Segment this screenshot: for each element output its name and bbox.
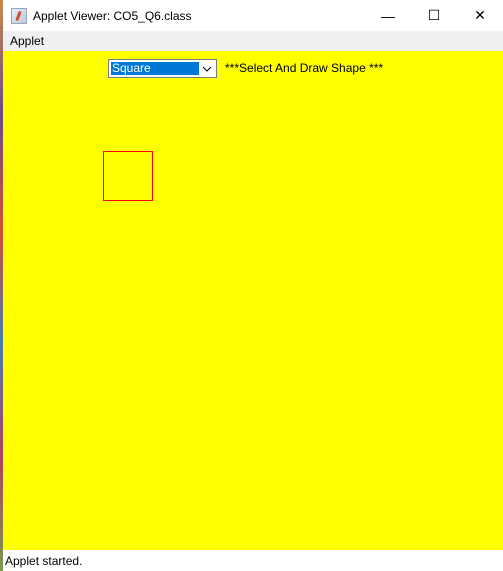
maximize-button[interactable]: ☐ (411, 0, 457, 31)
chevron-down-icon[interactable] (198, 60, 216, 77)
close-button[interactable]: ✕ (457, 0, 503, 31)
menu-item-applet[interactable]: Applet (3, 34, 51, 48)
window-title: Applet Viewer: CO5_Q6.class (33, 8, 192, 23)
title-bar[interactable]: Applet Viewer: CO5_Q6.class — ☐ ✕ (3, 0, 503, 31)
maximize-icon: ☐ (427, 7, 441, 23)
applet-viewer-window: Applet Viewer: CO5_Q6.class — ☐ ✕ Applet… (0, 0, 503, 571)
java-applet-icon (11, 7, 27, 24)
status-bar: Applet started. (3, 550, 503, 571)
minimize-icon: — (381, 7, 395, 24)
applet-canvas[interactable]: Square ***Select And Draw Shape *** (3, 51, 503, 550)
menu-bar: Applet (3, 31, 503, 51)
close-icon: ✕ (474, 7, 486, 23)
shape-select-value: Square (111, 62, 199, 75)
shape-select[interactable]: Square (108, 59, 217, 78)
window-controls: — ☐ ✕ (365, 0, 503, 31)
minimize-button[interactable]: — (365, 0, 411, 31)
status-text: Applet started. (5, 553, 83, 568)
drawn-square-shape (103, 151, 153, 201)
instruction-label: ***Select And Draw Shape *** (225, 61, 384, 75)
